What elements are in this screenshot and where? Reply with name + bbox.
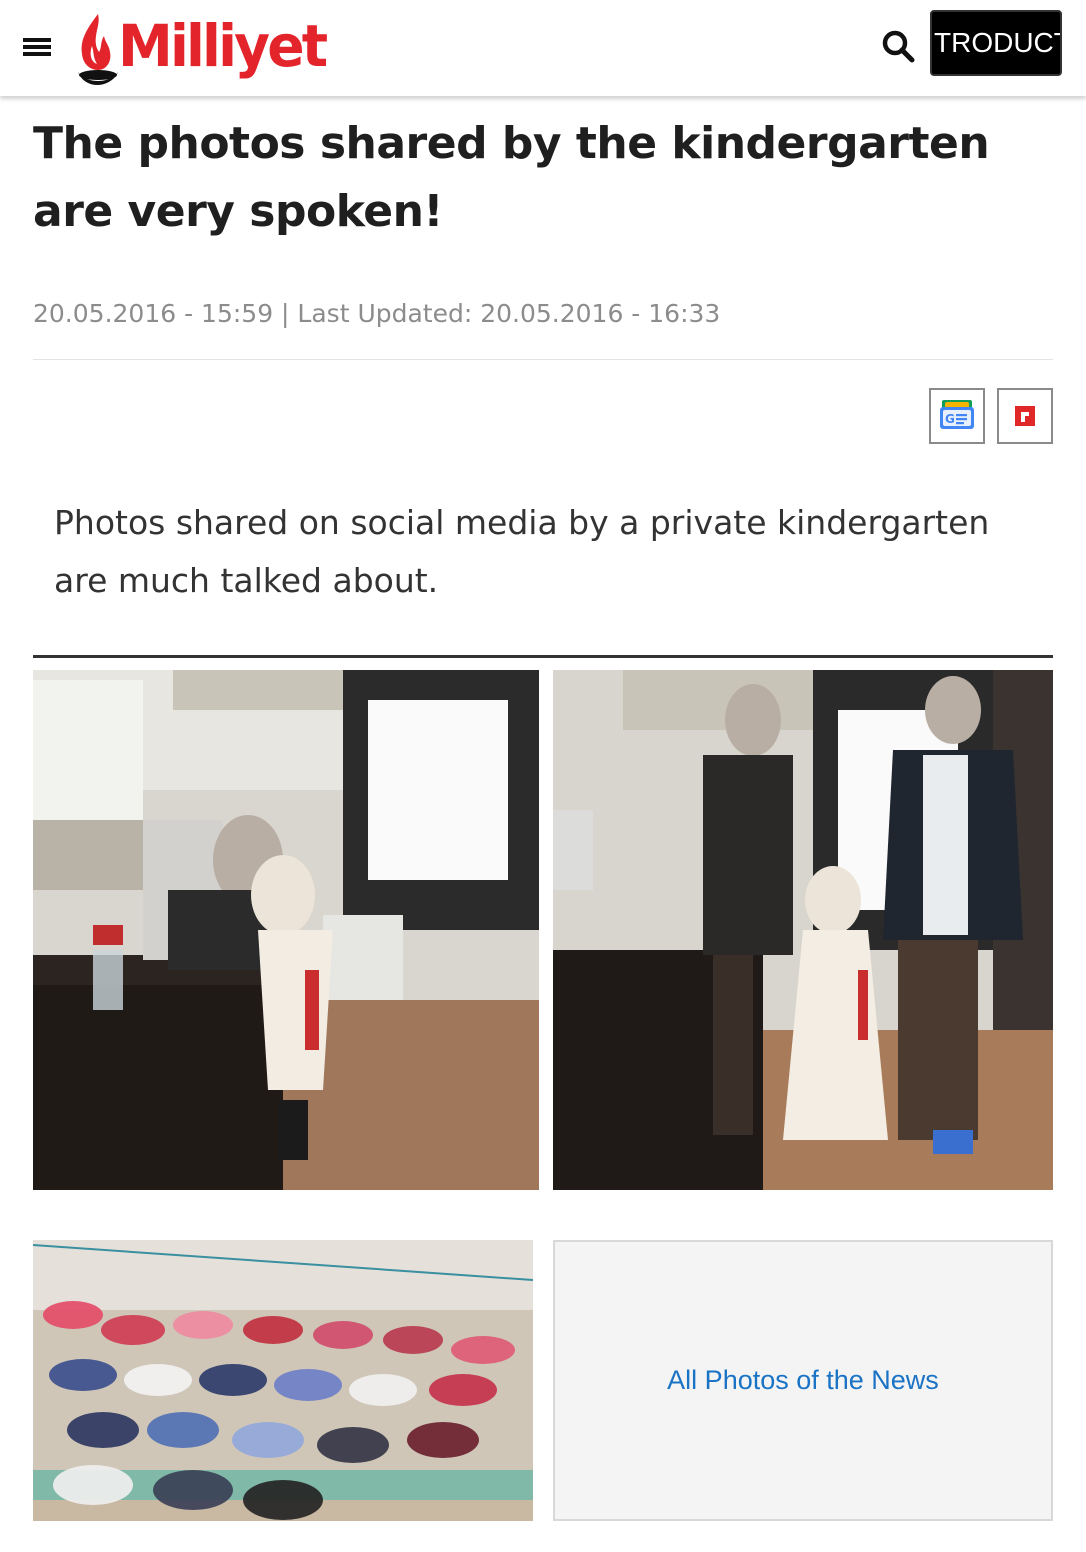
flipboard-icon (1015, 406, 1035, 426)
site-header: Milliyet TRODUCT (0, 0, 1086, 96)
google-news-button[interactable]: G (929, 388, 985, 444)
intro-button[interactable]: TRODUCT (930, 10, 1062, 76)
flame-logo-icon (78, 14, 118, 85)
all-photos-link[interactable]: All Photos of the News (553, 1240, 1053, 1521)
flipboard-button[interactable] (997, 388, 1053, 444)
svg-text:G: G (945, 412, 955, 426)
article-main-photo[interactable] (33, 655, 1053, 1190)
search-icon[interactable] (880, 28, 916, 64)
hamburger-menu-icon[interactable] (23, 35, 53, 59)
meta-divider (33, 359, 1053, 360)
article-headline: The photos shared by the kindergarten ar… (33, 118, 990, 237)
article-summary: Photos shared on social media by a priva… (54, 503, 990, 600)
prayer-photo[interactable] (33, 1240, 533, 1521)
google-news-icon: G (940, 400, 974, 429)
office-photo-left (33, 670, 539, 1190)
article-date-meta: 20.05.2016 - 15:59 | Last Updated: 20.05… (33, 299, 721, 328)
logo-text: Milliyet (118, 12, 328, 80)
office-photo-right (553, 670, 1053, 1190)
site-logo[interactable]: Milliyet (72, 10, 372, 85)
page: Milliyet TRODUCT The photos shared by th… (0, 0, 1086, 1552)
